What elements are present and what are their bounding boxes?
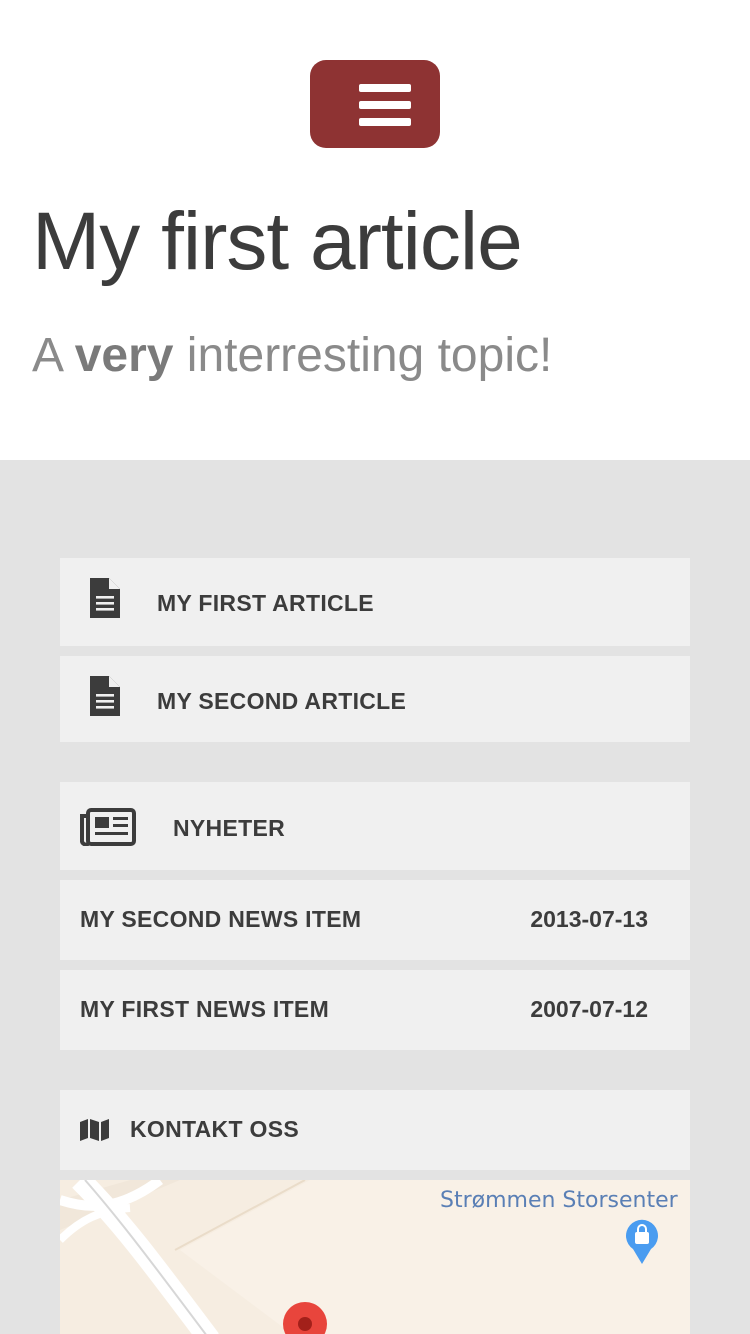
news-item-title: MY FIRST NEWS ITEM [80, 996, 330, 1022]
news-item-date: 2013-07-13 [530, 906, 648, 932]
contact-heading-label: KONTAKT OSS [130, 1116, 299, 1142]
map-icon [80, 1119, 109, 1141]
news-item[interactable]: MY SECOND NEWS ITEM 2013-07-13 [60, 880, 690, 960]
news-item[interactable]: MY FIRST NEWS ITEM 2007-07-12 [60, 970, 690, 1050]
document-icon [90, 676, 120, 716]
page-subtitle: A very interresting topic! [32, 326, 552, 386]
news-heading-label: NYHETER [173, 815, 286, 841]
map[interactable]: Strømmen Storsenter [60, 1180, 690, 1334]
subtitle-prefix: A [32, 329, 75, 382]
article-link-first[interactable]: MY FIRST ARTICLE [60, 558, 690, 646]
page-title: My first article [32, 196, 523, 287]
subtitle-suffix: interresting topic! [173, 329, 553, 382]
news-item-date: 2007-07-12 [530, 996, 648, 1022]
contact-heading: KONTAKT OSS [60, 1090, 690, 1170]
article-label: MY SECOND ARTICLE [157, 688, 407, 714]
content-area: MY FIRST ARTICLE MY SECOND ARTICLE NYHET… [0, 460, 750, 1334]
subtitle-emphasis: very [74, 329, 174, 382]
location-pin-icon [283, 1302, 327, 1334]
shopping-bag-icon [626, 1219, 658, 1264]
article-link-second[interactable]: MY SECOND ARTICLE [60, 656, 690, 742]
document-icon [90, 578, 120, 618]
menu-button[interactable] [310, 60, 440, 148]
map-place-label: Strømmen Storsenter [440, 1188, 678, 1213]
article-label: MY FIRST ARTICLE [157, 590, 374, 616]
news-item-title: MY SECOND NEWS ITEM [80, 906, 362, 932]
newspaper-icon [80, 808, 136, 846]
news-heading: NYHETER [60, 782, 690, 870]
page: My first article A very interresting top… [0, 0, 750, 1334]
header: My first article A very interresting top… [0, 0, 750, 460]
